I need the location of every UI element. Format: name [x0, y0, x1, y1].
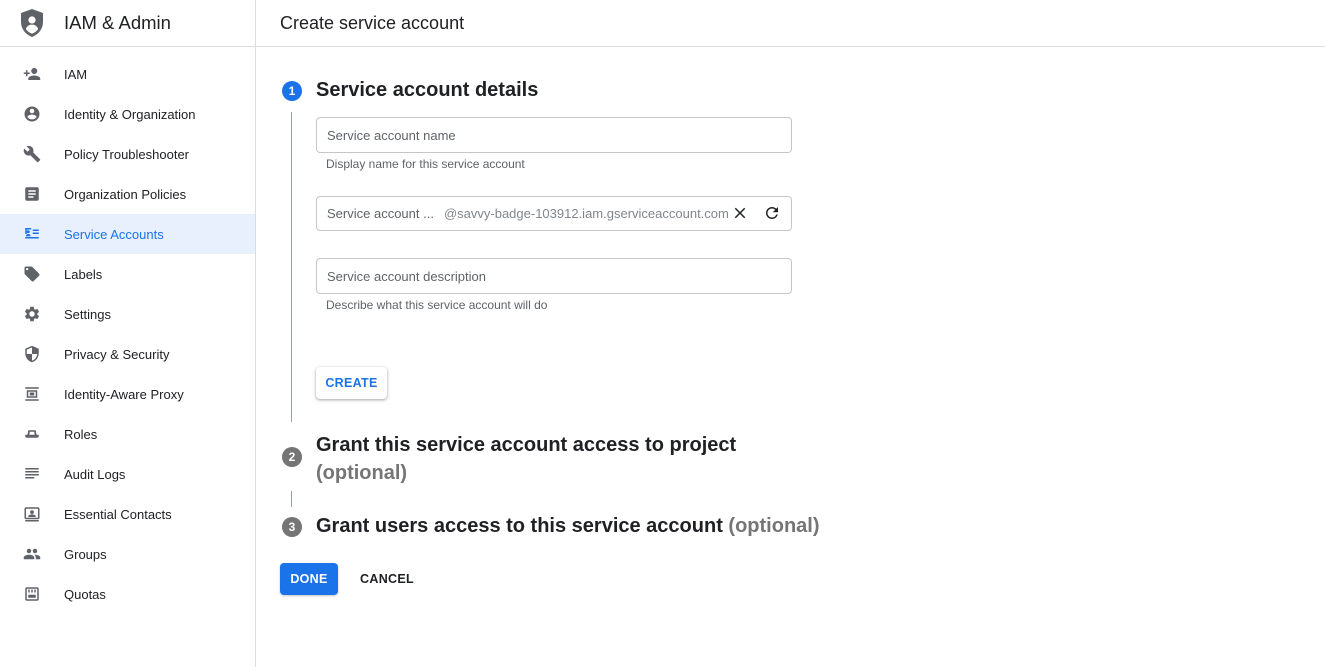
- sidebar-item-label: Quotas: [64, 586, 106, 602]
- sidebar-item-identity-organization[interactable]: Identity & Organization: [0, 94, 255, 134]
- step-1-indicator: 1: [282, 81, 302, 101]
- step-2-indicator: 2: [282, 447, 302, 467]
- close-icon[interactable]: [730, 203, 750, 223]
- step-2-title: Grant this service account access to pro…: [316, 434, 737, 456]
- iam-shield-logo-icon: [19, 8, 45, 38]
- sidebar-item-label: IAM: [64, 66, 88, 82]
- sidebar-item-privacy-security[interactable]: Privacy & Security: [0, 334, 255, 374]
- step-3-optional-label: (optional): [728, 515, 820, 537]
- quota-icon: [23, 585, 41, 603]
- sidebar-nav: IAM Identity & Organization Policy Troub…: [0, 54, 255, 614]
- sidebar-item-identity-aware-proxy[interactable]: Identity-Aware Proxy: [0, 374, 255, 414]
- list-icon: [23, 465, 41, 483]
- sidebar-item-groups[interactable]: Groups: [0, 534, 255, 574]
- sidebar-item-iam[interactable]: IAM: [0, 54, 255, 94]
- service-account-id-placeholder: Service account ...: [327, 206, 434, 221]
- account-circle-icon: [23, 105, 41, 123]
- service-account-icon: [23, 225, 41, 243]
- sidebar-item-label: Privacy & Security: [64, 346, 170, 362]
- sidebar-item-label: Essential Contacts: [64, 506, 172, 522]
- refresh-icon[interactable]: [762, 203, 782, 223]
- proxy-icon: [23, 385, 41, 403]
- sidebar-item-label: Organization Policies: [64, 186, 187, 202]
- sidebar-item-settings[interactable]: Settings: [0, 294, 255, 334]
- contacts-icon: [23, 505, 41, 523]
- sidebar-item-label: Settings: [64, 306, 111, 322]
- sidebar-item-label: Groups: [64, 546, 107, 562]
- sidebar-item-label: Policy Troubleshooter: [64, 146, 190, 162]
- document-icon: [23, 185, 41, 203]
- sidebar-item-label: Audit Logs: [64, 466, 126, 482]
- service-account-id-field[interactable]: Service account ... @savvy-badge-103912.…: [316, 196, 792, 231]
- step-3-title-block[interactable]: Grant users access to this service accou…: [316, 515, 820, 538]
- service-account-name-hint: Display name for this service account: [326, 157, 525, 171]
- service-account-name-field[interactable]: Service account name: [316, 117, 792, 153]
- step-3-title: Grant users access to this service accou…: [316, 515, 723, 537]
- roles-icon: [23, 425, 41, 443]
- sidebar-item-quotas[interactable]: Quotas: [0, 574, 255, 614]
- sidebar-item-labels[interactable]: Labels: [0, 254, 255, 294]
- step-connector-2: [291, 491, 292, 507]
- person-add-icon: [23, 65, 41, 83]
- label-icon: [23, 265, 41, 283]
- service-account-description-placeholder: Service account description: [327, 268, 486, 284]
- shield-icon: [23, 345, 41, 363]
- sidebar: IAM & Admin IAM Identity & Organization …: [0, 0, 256, 667]
- gear-icon: [23, 305, 41, 323]
- sidebar-item-service-accounts[interactable]: Service Accounts: [0, 214, 255, 254]
- step-2-title-block[interactable]: Grant this service account access to pro…: [316, 431, 776, 487]
- step-1-title: Service account details: [316, 79, 539, 101]
- app-title: IAM & Admin: [64, 12, 171, 33]
- sidebar-item-label: Labels: [64, 266, 103, 282]
- service-account-description-hint: Describe what this service account will …: [326, 298, 548, 312]
- sidebar-item-essential-contacts[interactable]: Essential Contacts: [0, 494, 255, 534]
- sidebar-item-audit-logs[interactable]: Audit Logs: [0, 454, 255, 494]
- sidebar-item-policy-troubleshooter[interactable]: Policy Troubleshooter: [0, 134, 255, 174]
- page-header: Create service account: [256, 0, 1325, 47]
- sidebar-item-label: Identity & Organization: [64, 106, 196, 122]
- page-title: Create service account: [280, 12, 465, 33]
- sidebar-header: IAM & Admin: [0, 0, 255, 47]
- done-button[interactable]: DONE: [280, 563, 338, 595]
- service-account-name-placeholder: Service account name: [327, 127, 456, 143]
- sidebar-item-label: Service Accounts: [64, 226, 164, 242]
- cancel-button[interactable]: CANCEL: [350, 563, 424, 595]
- step-2-optional-label: (optional): [316, 462, 408, 484]
- sidebar-item-roles[interactable]: Roles: [0, 414, 255, 454]
- create-button[interactable]: CREATE: [316, 367, 387, 399]
- sidebar-item-label: Roles: [64, 426, 98, 442]
- group-icon: [23, 545, 41, 563]
- service-account-description-field[interactable]: Service account description: [316, 258, 792, 294]
- wrench-icon: [23, 145, 41, 163]
- service-account-id-domain-suffix: @savvy-badge-103912.iam.gserviceaccount.…: [443, 206, 729, 221]
- step-3-indicator: 3: [282, 517, 302, 537]
- sidebar-item-organization-policies[interactable]: Organization Policies: [0, 174, 255, 214]
- sidebar-item-label: Identity-Aware Proxy: [64, 386, 184, 402]
- step-connector-1: [291, 112, 292, 422]
